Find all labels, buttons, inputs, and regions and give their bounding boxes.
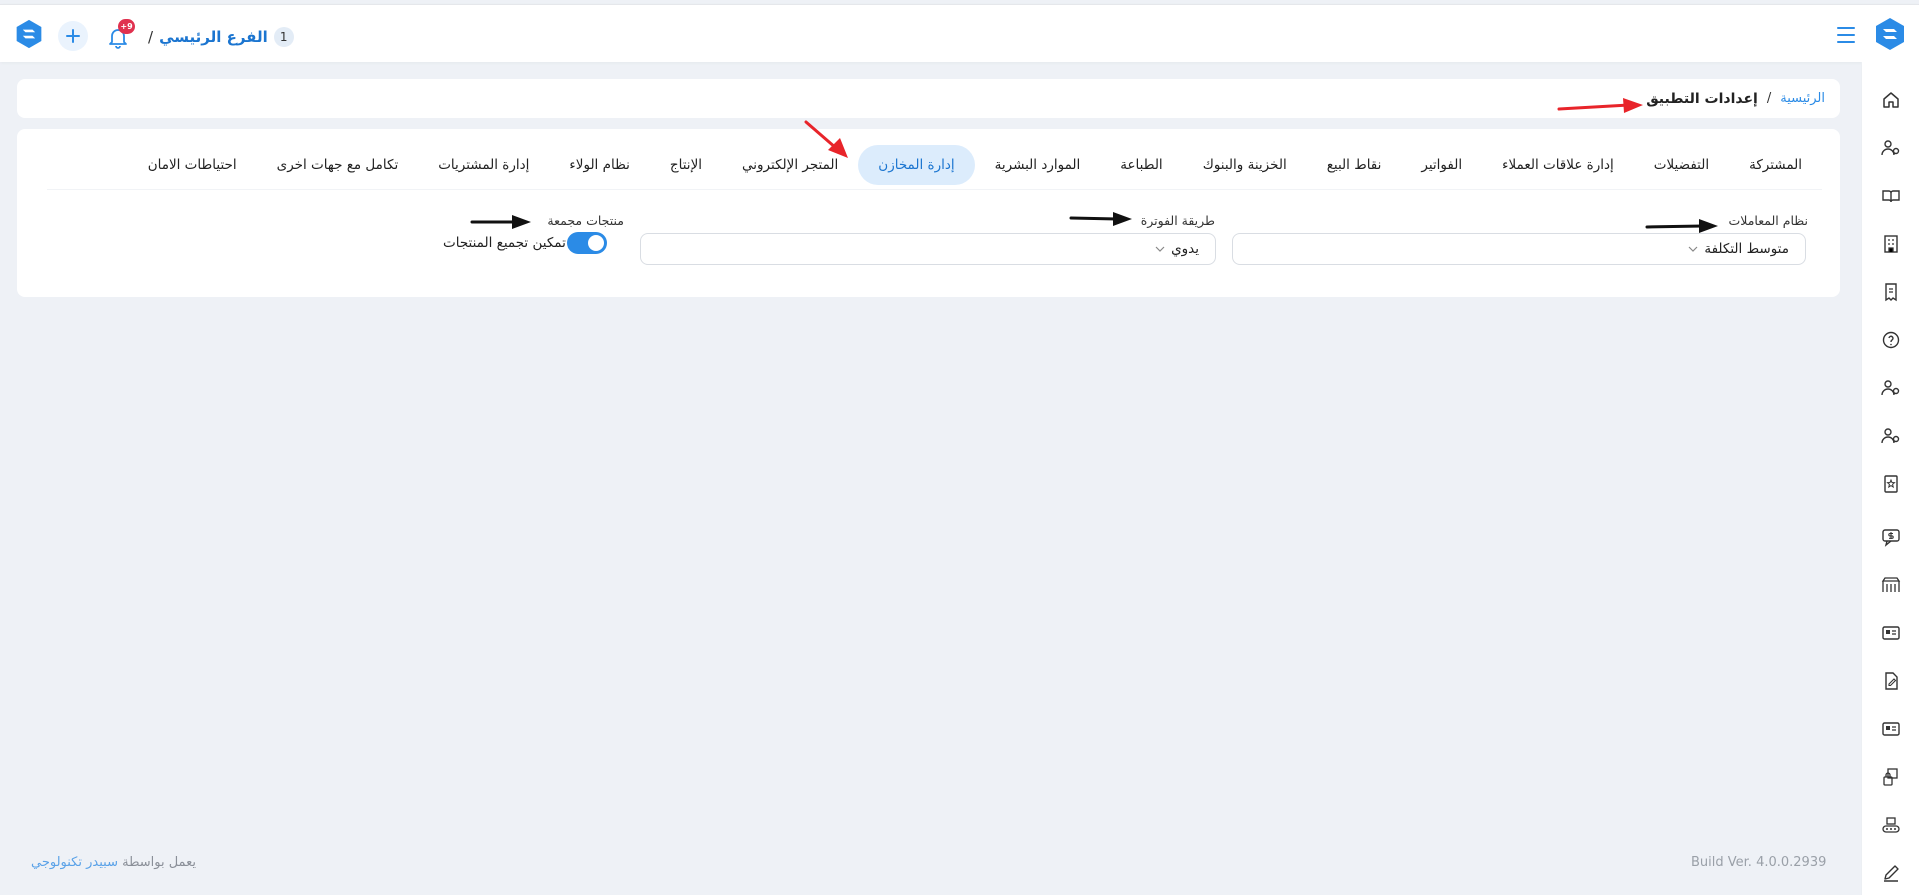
build-version: Build Ver. 4.0.0.2939 — [1691, 855, 1827, 870]
tab-item[interactable]: الإنتاج — [650, 145, 722, 185]
annotation-arrow-black — [1069, 212, 1132, 226]
plus-icon — [66, 29, 80, 43]
document-edit-icon[interactable] — [1881, 671, 1901, 691]
app-logo-icon[interactable] — [1873, 17, 1907, 51]
chat-money-icon[interactable] — [1881, 527, 1901, 547]
toggle-knob — [588, 235, 604, 251]
pen-icon[interactable] — [1881, 863, 1901, 883]
annotation-arrow-black — [1645, 219, 1718, 233]
menu-toggle-icon[interactable] — [1837, 27, 1855, 43]
contact-book-icon[interactable] — [1881, 474, 1901, 494]
invoicing-method-label: طريقة الفوترة — [1140, 213, 1215, 228]
id-card-icon[interactable] — [1881, 623, 1901, 643]
chevron-down-icon — [1688, 246, 1698, 252]
book-icon[interactable] — [1881, 186, 1901, 206]
tab-item[interactable]: نقاط البيع — [1307, 145, 1402, 185]
breadcrumb-separator: / — [1766, 91, 1772, 106]
conveyor-icon[interactable] — [1881, 815, 1901, 835]
settings-tabs: المشتركة التفضيلات إدارة علاقات العملاء الف… — [128, 145, 1822, 185]
branch-number: 1 — [273, 27, 294, 47]
receipt-icon[interactable] — [1881, 282, 1901, 302]
users-gear-icon[interactable] — [1881, 138, 1901, 158]
tab-item[interactable]: الطباعة — [1100, 145, 1182, 185]
powered-by: يعمل بواسطة سبيدر تكنولوجي — [31, 855, 196, 870]
tab-item[interactable]: الموارد البشرية — [975, 145, 1101, 185]
settings-card: المشتركة التفضيلات إدارة علاقات العملاء الف… — [17, 129, 1840, 297]
transactions-system-value: متوسط التكلفة — [1704, 241, 1789, 257]
transactions-system-select[interactable]: متوسط التكلفة — [1232, 233, 1806, 265]
users-gear-icon[interactable] — [1881, 378, 1901, 398]
annotation-arrow-black — [470, 215, 531, 229]
branch-name: الفرع الرئيسي — [159, 28, 268, 46]
tab-item[interactable]: الفواتير — [1401, 145, 1482, 185]
grouped-products-toggle-label: تمكين تجميع المنتجات — [443, 235, 566, 251]
tab-item[interactable]: احتياطات الامان — [128, 145, 257, 185]
transactions-system-label: نظام المعاملات — [1728, 213, 1808, 228]
breadcrumb-home-link[interactable]: الرئيسية — [1780, 91, 1825, 106]
secondary-logo-icon[interactable] — [14, 19, 44, 49]
building-icon[interactable] — [1881, 234, 1901, 254]
tab-item[interactable]: التفضيلات — [1634, 145, 1729, 185]
chevron-down-icon — [1155, 246, 1165, 252]
branch-selector[interactable]: 1 الفرع الرئيسي / — [148, 26, 294, 48]
add-button[interactable] — [58, 21, 88, 51]
invoicing-method-value: يدوي — [1171, 241, 1199, 257]
page-title: إعدادات التطبيق — [1646, 90, 1758, 107]
sidebar — [1861, 62, 1919, 895]
tab-item[interactable]: نظام الولاء — [549, 145, 649, 185]
branch-separator: / — [148, 28, 154, 46]
grouped-products-label: منتجات مجمعة — [547, 213, 624, 228]
lock-box-icon[interactable] — [1881, 767, 1901, 787]
powered-by-text: يعمل بواسطة — [122, 855, 196, 870]
users-gear-icon[interactable] — [1881, 426, 1901, 446]
invoicing-method-select[interactable]: يدوي — [640, 233, 1216, 265]
tab-item[interactable]: إدارة المشتريات — [418, 145, 549, 185]
home-icon[interactable] — [1881, 90, 1901, 110]
shelf-icon[interactable] — [1881, 575, 1901, 595]
tab-item[interactable]: إدارة علاقات العملاء — [1482, 145, 1634, 185]
top-bar: +9 1 الفرع الرئيسي / — [0, 4, 1919, 62]
powered-by-brand-link[interactable]: سبيدر تكنولوجي — [31, 855, 118, 870]
tab-item[interactable]: المشتركة — [1729, 145, 1822, 185]
notification-badge: +9 — [118, 19, 135, 34]
annotation-arrow-red — [804, 120, 848, 158]
tab-item[interactable]: إدارة المخازن — [858, 145, 975, 185]
help-icon[interactable] — [1881, 330, 1901, 350]
grouped-products-toggle[interactable] — [567, 232, 607, 254]
annotation-arrow-red — [1557, 98, 1643, 113]
tabs-divider — [47, 189, 1822, 190]
tab-item[interactable]: تكامل مع جهات اخرى — [257, 145, 419, 185]
id-card-icon[interactable] — [1881, 719, 1901, 739]
tab-item[interactable]: الخزينة والبنوك — [1183, 145, 1307, 185]
